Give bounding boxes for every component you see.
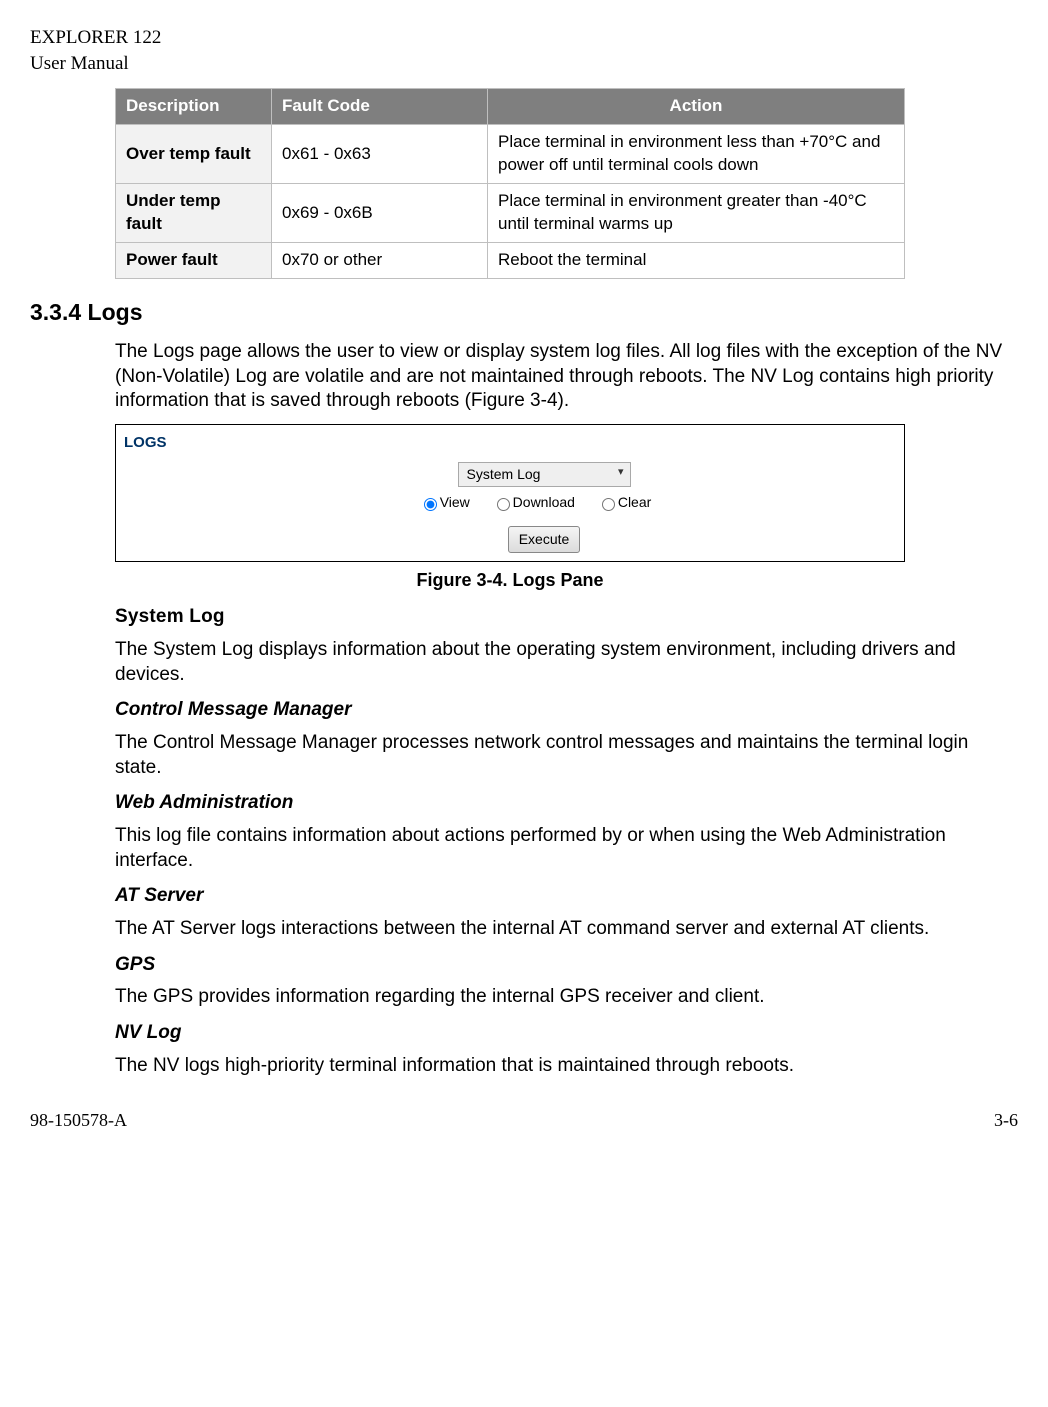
th-description: Description: [116, 89, 272, 125]
doc-header-title: EXPLORER 122: [30, 25, 1018, 51]
radio-view[interactable]: [424, 498, 437, 511]
table-row: Over temp fault 0x61 - 0x63 Place termin…: [116, 125, 905, 184]
radio-clear-label[interactable]: Clear: [597, 494, 651, 510]
subheading-system-log: System Log: [115, 604, 1003, 630]
execute-button[interactable]: Execute: [508, 526, 581, 553]
para-gps: The GPS provides information regarding t…: [115, 985, 1003, 1010]
subheading-at-server: AT Server: [115, 883, 1003, 909]
subheading-gps: GPS: [115, 952, 1003, 978]
cell-desc: Over temp fault: [116, 125, 272, 184]
logs-pane-figure: LOGS System Log View Download Clear Exec…: [115, 424, 905, 562]
footer-page-number: 3-6: [994, 1108, 1018, 1132]
para-web-admin: This log file contains information about…: [115, 824, 1003, 873]
footer-doc-number: 98-150578-A: [30, 1108, 127, 1132]
log-type-select[interactable]: System Log: [458, 462, 631, 487]
fault-code-table: Description Fault Code Action Over temp …: [115, 88, 905, 279]
cell-action: Reboot the terminal: [488, 242, 905, 278]
subheading-cmm: Control Message Manager: [115, 697, 1003, 723]
radio-view-label[interactable]: View: [419, 494, 470, 510]
radio-download-text: Download: [513, 494, 575, 510]
para-nv-log: The NV logs high-priority terminal infor…: [115, 1054, 1003, 1079]
cell-fault: 0x61 - 0x63: [272, 125, 488, 184]
cell-action: Place terminal in environment less than …: [488, 125, 905, 184]
cell-desc: Under temp fault: [116, 184, 272, 243]
para-at-server: The AT Server logs interactions between …: [115, 917, 1003, 942]
doc-header-subtitle: User Manual: [30, 51, 1018, 77]
radio-row: View Download Clear: [414, 493, 674, 512]
figure-caption: Figure 3-4. Logs Pane: [115, 568, 905, 592]
table-header-row: Description Fault Code Action: [116, 89, 905, 125]
section-heading: 3.3.4 Logs: [30, 297, 1018, 328]
radio-clear-text: Clear: [618, 494, 651, 510]
th-fault-code: Fault Code: [272, 89, 488, 125]
cell-fault: 0x70 or other: [272, 242, 488, 278]
th-action: Action: [488, 89, 905, 125]
subheading-web-admin: Web Administration: [115, 790, 1003, 816]
section-intro: The Logs page allows the user to view or…: [115, 340, 1003, 414]
para-system-log: The System Log displays information abou…: [115, 638, 1003, 687]
logs-panel-title: LOGS: [124, 433, 896, 453]
cell-desc: Power fault: [116, 242, 272, 278]
subheading-nv-log: NV Log: [115, 1020, 1003, 1046]
radio-download[interactable]: [497, 498, 510, 511]
radio-clear[interactable]: [602, 498, 615, 511]
table-row: Under temp fault 0x69 - 0x6B Place termi…: [116, 184, 905, 243]
para-cmm: The Control Message Manager processes ne…: [115, 731, 1003, 780]
radio-download-label[interactable]: Download: [492, 494, 575, 510]
page-footer: 98-150578-A 3-6: [30, 1108, 1018, 1132]
radio-view-text: View: [440, 494, 470, 510]
cell-action: Place terminal in environment greater th…: [488, 184, 905, 243]
cell-fault: 0x69 - 0x6B: [272, 184, 488, 243]
table-row: Power fault 0x70 or other Reboot the ter…: [116, 242, 905, 278]
